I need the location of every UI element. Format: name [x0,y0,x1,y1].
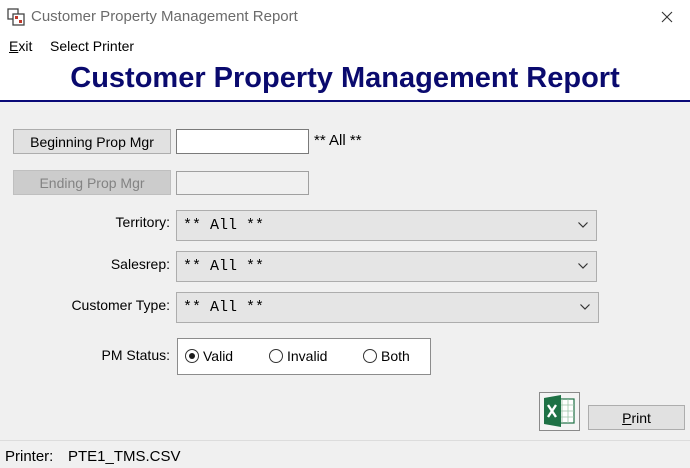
printer-label: Printer: [5,448,54,465]
pm-status-invalid-radio[interactable]: Invalid [269,348,327,364]
salesrep-label: Salesrep: [110,256,170,272]
menu-exit[interactable]: Exit [9,38,32,54]
menu-select-printer[interactable]: Select Printer [50,38,134,54]
menu-bar: Exit Select Printer [0,34,690,58]
printer-value: PTE1_TMS.CSV [68,448,181,465]
ending-prop-mgr-input[interactable] [176,171,309,195]
window-title: Customer Property Management Report [31,8,298,25]
salesrep-select[interactable]: ** All ** [176,251,597,282]
pm-status-both-label: Both [381,348,410,364]
excel-icon [544,395,575,427]
salesrep-value: ** All ** [183,258,265,275]
status-bar: Printer: PTE1_TMS.CSV [0,440,690,468]
territory-value: ** All ** [183,217,265,234]
territory-label: Territory: [115,214,170,230]
radio-checked-icon [185,349,199,363]
pm-status-valid-radio[interactable]: Valid [185,348,233,364]
beginning-prop-mgr-button[interactable]: Beginning Prop Mgr [13,129,171,154]
territory-select[interactable]: ** All ** [176,210,597,241]
close-icon [661,11,673,23]
app-icon [7,8,25,26]
radio-unchecked-icon [269,349,283,363]
title-bar: Customer Property Management Report [0,0,690,34]
report-header: Customer Property Management Report [0,58,690,102]
customer-type-select[interactable]: ** All ** [176,292,599,323]
pm-status-invalid-label: Invalid [287,348,328,364]
chevron-down-icon [578,263,588,269]
close-button[interactable] [644,0,690,34]
chevron-down-icon [580,304,590,310]
radio-unchecked-icon [363,349,377,363]
customer-type-value: ** All ** [183,299,265,316]
print-button[interactable]: Print [588,405,685,430]
pm-status-group: Valid Invalid Both [177,338,431,375]
ending-prop-mgr-button[interactable]: Ending Prop Mgr [13,170,171,195]
pm-status-label: PM Status: [101,347,170,363]
chevron-down-icon [578,222,588,228]
excel-export-button[interactable] [539,392,580,431]
customer-type-label: Customer Type: [71,297,170,313]
beginning-prop-mgr-input[interactable] [176,129,309,154]
pm-status-valid-label: Valid [203,348,234,364]
beginning-all-hint: ** All ** [314,132,362,149]
page-title: Customer Property Management Report [70,62,620,94]
pm-status-both-radio[interactable]: Both [363,348,410,364]
